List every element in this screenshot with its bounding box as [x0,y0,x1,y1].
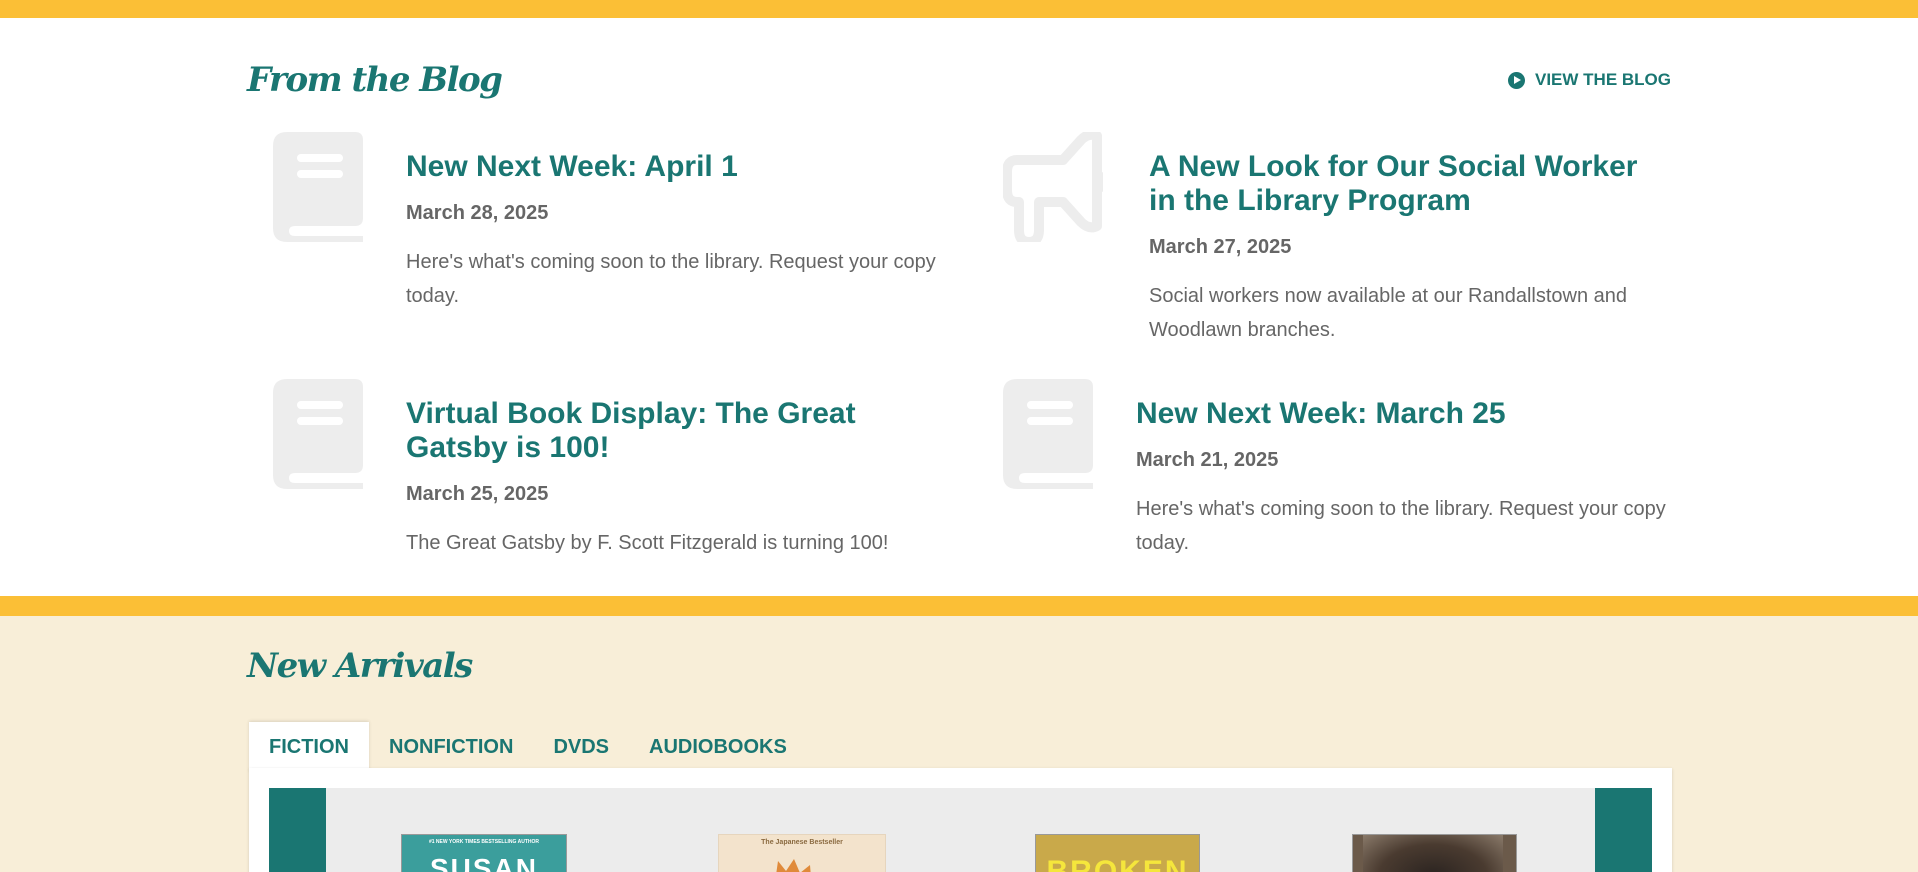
post-description: The Great Gatsby by F. Scott Fitzgerald … [406,532,889,554]
megaphone-icon [1003,132,1103,242]
new-arrivals-section: New Arrivals FICTION NONFICTION DVDS AUD… [0,616,1918,872]
book-cover[interactable]: BROKEN [1035,834,1200,872]
cover-title: SUSAN [429,853,538,872]
post-date: March 25, 2025 [406,483,549,505]
post-description: Here's what's coming soon to the library… [1136,498,1666,554]
book-icon [1003,379,1093,489]
carousel-next-button[interactable] [1595,788,1652,872]
view-blog-label: VIEW THE BLOG [1535,70,1671,89]
play-circle-icon [1508,71,1525,89]
book-carousel: #1 NEW YORK TIMES BESTSELLING AUTHOR SUS… [269,788,1652,872]
post-title-link[interactable]: New Next Week: April 1 [406,150,946,184]
arrivals-tab-list: FICTION NONFICTION DVDS AUDIOBOOKS [249,722,807,772]
blog-section: From the Blog VIEW THE BLOG New Next Wee… [0,18,1918,596]
post-date: March 28, 2025 [406,202,549,224]
post-description: Here's what's coming soon to the library… [406,251,936,307]
section-divider-bar [0,596,1918,616]
tab-dvds[interactable]: DVDS [533,722,629,772]
post-title-link[interactable]: New Next Week: March 25 [1136,397,1676,431]
book-icon [273,132,363,242]
new-arrivals-title: New Arrivals [247,646,473,686]
top-accent-bar [0,0,1918,18]
cover-caption: The Japanese Bestseller [761,839,843,846]
post-title-link[interactable]: A New Look for Our Social Worker in the … [1149,150,1669,218]
blog-section-title: From the Blog [247,60,503,100]
book-cover[interactable] [1352,834,1517,872]
cover-image [1363,835,1503,872]
carousel-prev-button[interactable] [269,788,326,872]
tab-nonfiction[interactable]: NONFICTION [369,722,533,772]
book-cover[interactable]: The Japanese Bestseller [718,834,886,872]
post-title-link[interactable]: Virtual Book Display: The Great Gatsby i… [406,397,926,465]
cover-title: BROKEN [1046,855,1189,872]
post-date: March 27, 2025 [1149,236,1292,258]
post-description: Social workers now available at our Rand… [1149,285,1628,341]
post-date: March 21, 2025 [1136,449,1279,471]
book-cover[interactable]: #1 NEW YORK TIMES BESTSELLING AUTHOR SUS… [401,834,567,872]
cover-caption: #1 NEW YORK TIMES BESTSELLING AUTHOR [428,839,539,845]
tab-audiobooks[interactable]: AUDIOBOOKS [629,722,807,772]
view-blog-link[interactable]: VIEW THE BLOG [1508,70,1671,90]
arrivals-panel: #1 NEW YORK TIMES BESTSELLING AUTHOR SUS… [249,768,1672,872]
book-icon [273,379,363,489]
fox-illustration-icon [776,859,811,872]
tab-fiction[interactable]: FICTION [249,722,369,772]
